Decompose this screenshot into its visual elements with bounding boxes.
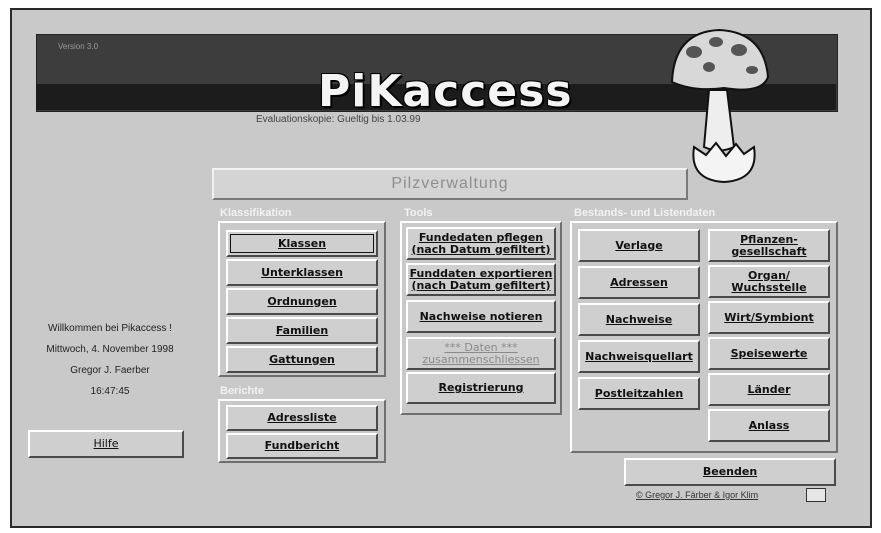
klass-button-unterklassen-label: Unterklassen bbox=[261, 265, 343, 279]
bestand-button-postleitzahlen-label: Postleitzahlen bbox=[594, 386, 684, 400]
bericht-button-adressliste-label: Adressliste bbox=[267, 411, 337, 424]
bestand-button-nachweisquellart[interactable]: Nachweisquellart bbox=[578, 340, 700, 373]
app-logo: PiKaccess bbox=[318, 66, 573, 117]
mushroom-icon bbox=[670, 28, 770, 184]
klass-button-klassen-label: Klassen bbox=[277, 236, 327, 250]
version-label: Version 3.0 bbox=[58, 42, 99, 51]
bestand-right-button-3-label: Wirt/Symbiont bbox=[724, 310, 814, 324]
tools-button-4-label: *** Daten *** zusammenschliessen bbox=[422, 340, 540, 366]
group-label-bestand: Bestands- und Listendaten bbox=[574, 207, 716, 219]
klass-button-unterklassen[interactable]: Unterklassen bbox=[226, 259, 378, 286]
bestand-right-button-4-label: Speisewerte bbox=[730, 346, 808, 360]
bestand-right-button-2[interactable]: Organ/ Wuchsstelle bbox=[708, 265, 830, 298]
tools-button-1-label: Fundedaten pflegen (nach Datum gefiltert… bbox=[411, 230, 551, 256]
bestand-right-button-3[interactable]: Wirt/Symbiont bbox=[708, 301, 830, 334]
bestand-right-button-6[interactable]: Anlass bbox=[708, 409, 830, 442]
group-label-berichte: Berichte bbox=[220, 385, 265, 397]
bestand-right-button-4[interactable]: Speisewerte bbox=[708, 337, 830, 370]
bericht-button-adressliste[interactable]: Adressliste bbox=[226, 405, 378, 431]
date-line: Mittwoch, 4. November 1998 bbox=[46, 344, 174, 355]
klass-button-klassen[interactable]: Klassen bbox=[226, 230, 378, 257]
welcome-panel: Willkommen bei Pikaccess ! Mittwoch, 4. … bbox=[20, 318, 200, 402]
bestand-button-adressen[interactable]: Adressen bbox=[578, 266, 700, 299]
bestand-button-verlage[interactable]: Verlage bbox=[578, 229, 700, 262]
tools-button-1[interactable]: Fundedaten pflegen (nach Datum gefiltert… bbox=[406, 227, 556, 260]
hilfe-button[interactable]: Hilfe bbox=[28, 430, 184, 458]
copyright-link[interactable]: © Gregor J. Färber & Igor Klim bbox=[636, 490, 758, 500]
window-icon[interactable] bbox=[806, 488, 826, 502]
bericht-button-fundbericht[interactable]: Fundbericht bbox=[226, 433, 378, 459]
hilfe-label: Hilfe bbox=[93, 437, 119, 450]
tools-button-3[interactable]: Nachweise notieren bbox=[406, 300, 556, 333]
user-line: Gregor J. Faerber bbox=[70, 365, 150, 376]
klass-button-ordnungen[interactable]: Ordnungen bbox=[226, 288, 378, 315]
bericht-button-fundbericht-label: Fundbericht bbox=[264, 439, 340, 452]
beenden-button[interactable]: Beenden bbox=[624, 458, 836, 486]
bestand-right-button-6-label: Anlass bbox=[748, 418, 790, 432]
bestand-button-adressen-label: Adressen bbox=[610, 275, 668, 289]
bestand-right-button-5[interactable]: Länder bbox=[708, 373, 830, 406]
bestand-right-button-2-label: Organ/ Wuchsstelle bbox=[731, 268, 807, 294]
evaluation-notice: Evaluationskopie: Gueltig bis 1.03.99 bbox=[256, 114, 421, 125]
group-label-tools: Tools bbox=[404, 207, 433, 219]
tools-button-5[interactable]: Registrierung bbox=[406, 372, 556, 404]
klass-button-familien[interactable]: Familien bbox=[226, 317, 378, 344]
bestand-button-nachweise[interactable]: Nachweise bbox=[578, 303, 700, 336]
klass-button-familien-label: Familien bbox=[275, 323, 329, 337]
section-title: Pilzverwaltung bbox=[212, 168, 688, 200]
tools-button-2-label: Funddaten exportieren (nach Datum gefilt… bbox=[409, 266, 553, 292]
tools-button-5-label: Registrierung bbox=[438, 381, 524, 394]
group-label-klassifikation: Klassifikation bbox=[220, 207, 292, 219]
tools-button-3-label: Nachweise notieren bbox=[419, 309, 543, 323]
bestand-button-nachweise-label: Nachweise bbox=[605, 312, 673, 326]
bestand-button-nachweisquellart-label: Nachweisquellart bbox=[585, 349, 693, 363]
tools-button-2[interactable]: Funddaten exportieren (nach Datum gefilt… bbox=[406, 263, 556, 296]
bestand-right-button-5-label: Länder bbox=[747, 382, 791, 396]
klass-button-ordnungen-label: Ordnungen bbox=[267, 294, 337, 308]
klass-button-gattungen[interactable]: Gattungen bbox=[226, 346, 378, 373]
bestand-button-verlage-label: Verlage bbox=[615, 238, 663, 252]
klass-button-gattungen-label: Gattungen bbox=[269, 352, 335, 366]
welcome-line: Willkommen bei Pikaccess ! bbox=[48, 323, 172, 334]
beenden-label: Beenden bbox=[702, 465, 758, 478]
bestand-right-button-1[interactable]: Pflanzen- gesellschaft bbox=[708, 229, 830, 262]
bestand-button-postleitzahlen[interactable]: Postleitzahlen bbox=[578, 377, 700, 410]
bestand-right-button-1-label: Pflanzen- gesellschaft bbox=[731, 232, 807, 258]
time-line: 16:47:45 bbox=[90, 386, 130, 397]
tools-button-4[interactable]: *** Daten *** zusammenschliessen bbox=[406, 337, 556, 370]
